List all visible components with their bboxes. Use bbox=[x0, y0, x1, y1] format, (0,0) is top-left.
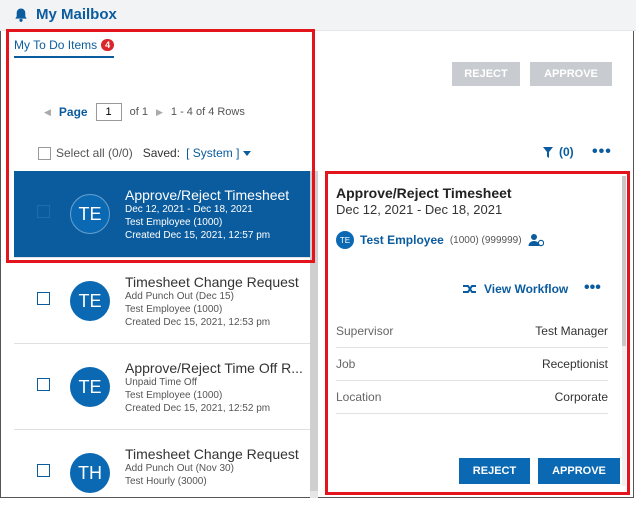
filter-count: (0) bbox=[559, 145, 574, 159]
item-title: Timesheet Change Request bbox=[125, 446, 299, 462]
avatar: TH bbox=[70, 453, 110, 493]
page-title: My Mailbox bbox=[36, 6, 117, 23]
highlight-box-detail bbox=[325, 171, 630, 495]
item-line-1: Unpaid Time Off bbox=[125, 377, 198, 388]
more-options-icon[interactable]: ••• bbox=[592, 143, 612, 161]
approve-button-toolbar[interactable]: APPROVE bbox=[530, 62, 612, 86]
highlight-box-list bbox=[6, 29, 315, 263]
filter-button[interactable]: (0) bbox=[543, 145, 574, 159]
item-checkbox[interactable] bbox=[37, 378, 50, 391]
item-line-3: Created Dec 15, 2021, 12:52 pm bbox=[125, 403, 271, 414]
item-line-3: Created Dec 15, 2021, 12:53 pm bbox=[125, 317, 271, 328]
item-checkbox[interactable] bbox=[37, 292, 50, 305]
item-line-2: Test Employee (1000) bbox=[125, 304, 223, 315]
avatar: TE bbox=[70, 281, 110, 321]
avatar: TE bbox=[70, 367, 110, 407]
item-line-1: Add Punch Out (Dec 15) bbox=[125, 291, 234, 302]
item-line-1: Add Punch Out (Nov 30) bbox=[125, 463, 234, 474]
header-bar: My Mailbox bbox=[0, 0, 636, 31]
item-line-2: Test Employee (1000) bbox=[125, 390, 223, 401]
list-item[interactable]: TE Approve/Reject Time Off R... Unpaid T… bbox=[14, 344, 310, 430]
item-title: Approve/Reject Time Off R... bbox=[125, 360, 303, 376]
reject-button-toolbar[interactable]: REJECT bbox=[452, 62, 520, 86]
item-line-2: Test Hourly (3000) bbox=[125, 476, 207, 487]
item-checkbox[interactable] bbox=[37, 464, 50, 477]
item-title: Timesheet Change Request bbox=[125, 274, 299, 290]
list-item[interactable]: TE Timesheet Change Request Add Punch Ou… bbox=[14, 258, 310, 344]
bell-icon bbox=[15, 8, 27, 22]
list-item[interactable]: TH Timesheet Change Request Add Punch Ou… bbox=[14, 430, 310, 515]
filter-icon bbox=[543, 146, 553, 158]
